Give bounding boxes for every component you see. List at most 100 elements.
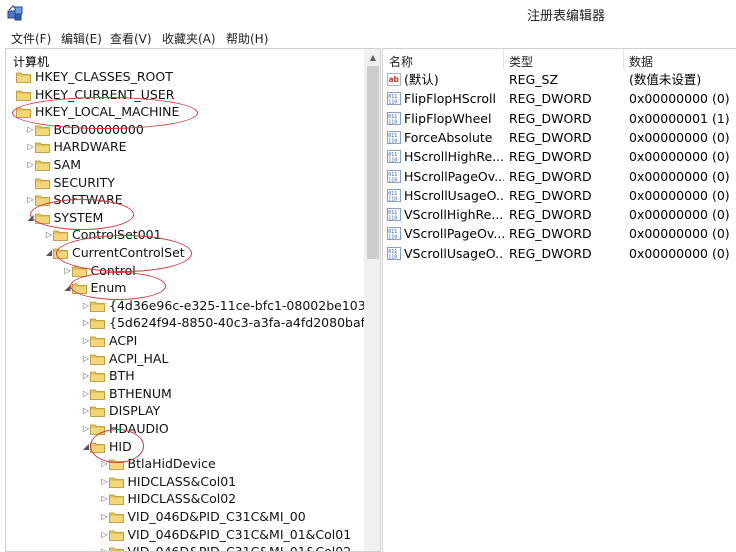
value-row[interactable]: 011 110 FlipFlopHScroll REG_DWORD 0x00000000… — [383, 89, 736, 108]
value-list-pane[interactable]: 名称 类型 数据 ab (默认) REG_SZ (数值未设置) 011 110 FlipFl… — [382, 48, 736, 552]
tree-node[interactable]: SECURITY — [6, 174, 362, 191]
tree-node-label[interactable]: SOFTWARE — [54, 191, 123, 208]
menu-bar: 文件(F) 编辑(E) 查看(V) 收藏夹(A) 帮助(H) — [0, 28, 736, 48]
value-row[interactable]: 011 110 ForceAbsolute REG_DWORD 0x00000000 (… — [383, 128, 736, 147]
value-row[interactable]: 011 110 FlipFlopWheel REG_DWORD 0x00000001 (… — [383, 109, 736, 128]
tree-node-label[interactable]: VID_046D&PID_C31C&MI_01&Col01 — [128, 526, 352, 543]
tree-node[interactable]: ▷ BTHENUM — [6, 385, 362, 402]
tree-node-label[interactable]: HIDCLASS&Col02 — [128, 490, 237, 507]
tree-node-label[interactable]: VID_046D&PID_C31C&MI_00 — [128, 508, 306, 525]
tree-node[interactable]: ▷ VID_046D&PID_C31C&MI_01&Col01 — [6, 526, 362, 543]
tree-node-label[interactable]: BtlaHidDevice — [128, 455, 216, 472]
tree-node-label[interactable]: BCD00000000 — [54, 121, 144, 138]
tree-node[interactable]: ▷ ControlSet001 — [6, 226, 362, 243]
tree-node[interactable]: HKEY_CURRENT_USER — [6, 86, 362, 103]
tree-node-label[interactable]: HKEY_CURRENT_USER — [35, 86, 174, 103]
tree-node[interactable]: ▷ Control — [6, 262, 362, 279]
tree-node-label[interactable]: DISPLAY — [109, 402, 160, 419]
tree-node[interactable]: ▷ ACPI — [6, 332, 362, 349]
tree-node[interactable]: ◢ SYSTEM — [6, 209, 362, 226]
tree-node[interactable]: ▷ BtlaHidDevice — [6, 455, 362, 472]
folder-icon — [108, 477, 124, 488]
value-row[interactable]: 011 110 HScrollUsageO... REG_DWORD 0x0000000… — [383, 186, 736, 205]
folder-icon — [108, 530, 124, 541]
tree-node[interactable]: ▷ BTH — [6, 367, 362, 384]
tree-scrollbar[interactable]: ▲ — [364, 49, 380, 551]
value-name: HScrollUsageO... — [404, 187, 504, 203]
value-row[interactable]: 011 110 VScrollHighRe... REG_DWORD 0x0000000… — [383, 205, 736, 224]
column-header-name[interactable]: 名称 — [389, 53, 413, 70]
tree-node[interactable]: ▷ BCD00000000 — [6, 121, 362, 138]
tree-node[interactable]: ▷ HDAUDIO — [6, 420, 362, 437]
tree-node-label[interactable]: VID_046D&PID_C31C&MI_01&Col02 — [128, 543, 352, 551]
scroll-thumb[interactable] — [367, 66, 379, 259]
menu-favorites[interactable]: 收藏夹(A) — [162, 30, 216, 47]
tree-node-label[interactable]: Control — [91, 262, 136, 279]
tree-node-label[interactable]: CurrentControlSet — [72, 244, 185, 261]
column-divider[interactable] — [503, 49, 504, 69]
tree-node-label[interactable]: BTH — [109, 367, 135, 384]
regedit-icon — [7, 5, 23, 21]
tree-node[interactable]: ▷ HIDCLASS&Col01 — [6, 473, 362, 490]
folder-icon — [34, 142, 50, 154]
tree-node-label[interactable]: SECURITY — [54, 174, 115, 191]
tree-node-label[interactable]: ControlSet001 — [72, 226, 162, 243]
tree-node-label[interactable]: Enum — [91, 279, 127, 296]
tree-node[interactable]: ▷ SOFTWARE — [6, 191, 362, 208]
tree-node[interactable]: ◢ Enum — [6, 279, 362, 296]
folder-icon — [108, 512, 124, 523]
tree-node-label[interactable]: HDAUDIO — [109, 420, 169, 437]
tree-node[interactable]: ▷ VID_046D&PID_C31C&MI_01&Col02 — [6, 543, 362, 551]
tree-node[interactable]: ◢ CurrentControlSet — [6, 244, 362, 261]
tree-node[interactable]: ▷ HIDCLASS&Col02 — [6, 490, 362, 507]
tree-node-label[interactable]: BTHENUM — [109, 385, 172, 402]
menu-file[interactable]: 文件(F) — [11, 30, 51, 47]
tree-node[interactable]: ◢ HID — [6, 438, 362, 455]
svg-text:110: 110 — [388, 119, 397, 125]
tree-node[interactable]: ▷ HARDWARE — [6, 138, 362, 155]
scroll-up-arrow-icon[interactable]: ▲ — [364, 49, 380, 66]
folder-icon — [90, 301, 105, 312]
value-name: (默认) — [404, 72, 439, 87]
tree-node[interactable]: ▷ {5d624f94-8850-40c3-a3fa-a4fd2080baf3} — [6, 314, 380, 331]
value-name: VScrollHighRe... — [404, 207, 504, 223]
folder-icon — [34, 160, 50, 171]
tree-node-label[interactable]: SAM — [54, 156, 82, 173]
tree-node[interactable]: ▷ {4d36e96c-e325-11ce-bfc1-08002be10318} — [6, 297, 380, 314]
tree-node[interactable]: ▷ DISPLAY — [6, 402, 362, 419]
value-row[interactable]: ab (默认) REG_SZ (数值未设置) — [383, 70, 736, 89]
tree-node-label[interactable]: HIDCLASS&Col01 — [128, 473, 237, 490]
value-data: 0x00000000 (0) — [629, 149, 730, 165]
tree-node-label[interactable]: HARDWARE — [54, 138, 127, 155]
column-header-data[interactable]: 数据 — [629, 53, 653, 70]
menu-help[interactable]: 帮助(H) — [226, 30, 268, 47]
tree-node-label[interactable]: HID — [109, 438, 132, 455]
tree-node-label[interactable]: {4d36e96c-e325-11ce-bfc1-08002be10318} — [109, 297, 380, 314]
column-divider[interactable] — [623, 49, 624, 69]
tree-node[interactable]: ▷ ACPI_HAL — [6, 350, 362, 367]
value-row[interactable]: 011 110 HScrollPageOv... REG_DWORD 0x0000000… — [383, 167, 736, 186]
tree-node-label[interactable]: HKEY_CLASSES_ROOT — [35, 68, 173, 85]
tree-node[interactable]: HKEY_CLASSES_ROOT — [6, 68, 362, 85]
tree-node[interactable]: ▷ SAM — [6, 156, 362, 173]
value-data: 0x00000001 (1) — [629, 110, 730, 126]
tree-node-label[interactable]: ACPI — [109, 332, 137, 349]
value-name: VScrollPageOv... — [404, 226, 504, 242]
folder-icon — [90, 406, 105, 418]
tree-node-label[interactable]: ACPI_HAL — [109, 350, 168, 367]
tree-node-label[interactable]: {5d624f94-8850-40c3-a3fa-a4fd2080baf3} — [109, 314, 380, 331]
tree-node-label[interactable]: HKEY_LOCAL_MACHINE — [35, 103, 179, 120]
folder-icon — [90, 354, 105, 365]
tree-node-label[interactable]: SYSTEM — [54, 209, 104, 226]
value-row[interactable]: 011 110 VScrollPageOv... REG_DWORD 0x0000000… — [383, 224, 736, 243]
key-tree-pane[interactable]: 计算机 HKEY_CLASSES_ROOT HKEY_CURRENT_USER HK… — [5, 48, 381, 552]
value-row[interactable]: 011 110 VScrollUsageO... REG_DWORD 0x0000000… — [383, 244, 736, 263]
menu-view[interactable]: 查看(V) — [110, 30, 152, 47]
column-header-type[interactable]: 类型 — [509, 53, 533, 70]
tree-node[interactable]: ▷ VID_046D&PID_C31C&MI_00 — [6, 508, 362, 525]
menu-edit[interactable]: 编辑(E) — [61, 30, 102, 47]
value-row[interactable]: 011 110 HScrollHighRe... REG_DWORD 0x0000000… — [383, 147, 736, 166]
svg-text:110: 110 — [388, 196, 397, 202]
folder-icon — [108, 547, 124, 551]
tree-node[interactable]: HKEY_LOCAL_MACHINE — [6, 103, 362, 120]
